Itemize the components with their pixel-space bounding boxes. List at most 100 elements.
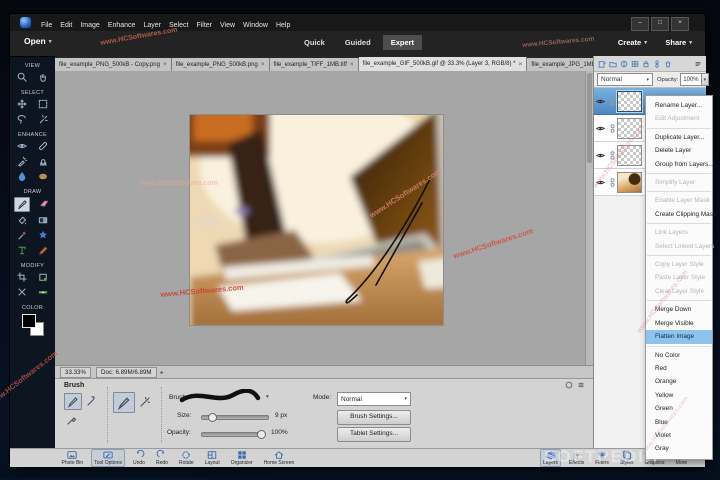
impressionist-brush-button[interactable] [83,393,99,408]
context-menu-item-gray[interactable]: Gray [646,442,712,455]
canvas-area[interactable] [55,71,593,365]
taskbar-effects[interactable]: fx Effects [566,449,587,467]
context-menu-item-flatten-image[interactable]: Flatten Image [646,330,712,344]
recompose-tool[interactable] [36,271,50,284]
context-menu-item-merge-down[interactable]: Merge Down [646,303,712,316]
foreground-color-swatch[interactable] [21,314,36,328]
type-tool[interactable] [15,244,29,257]
taskbar-photo-bin[interactable]: Photo Bin [59,449,87,467]
canvas-vertical-scrollbar[interactable] [585,71,593,365]
hand-tool[interactable] [36,71,50,84]
document-tab[interactable]: file_example_PNG_500kB - Copy.png × [55,58,172,71]
move-tool[interactable] [15,98,29,111]
context-menu-item-no-color[interactable]: No Color [646,349,712,362]
canvas-image[interactable] [180,91,453,335]
context-menu-item-orange[interactable]: Orange [646,375,712,388]
new-group-icon[interactable] [609,60,617,68]
brush-variant-button[interactable] [64,393,82,410]
smart-brush-tool[interactable] [15,155,29,168]
current-brush-button[interactable] [113,392,135,413]
layers-opacity-input[interactable]: 100% ▾ [680,73,710,86]
taskbar-layout[interactable]: Layout [202,449,223,467]
lock-all-icon[interactable] [642,60,650,68]
open-button[interactable]: Open ▾ [24,36,52,46]
zoom-level[interactable]: 33.33% [60,367,91,378]
brush-picker-arrow-icon[interactable]: ▾ [266,394,269,400]
layer-thumbnail[interactable] [617,90,642,112]
close-tab-icon[interactable]: × [261,61,265,68]
visibility-eye-icon[interactable] [596,179,605,186]
eyedropper-tool[interactable] [15,229,29,242]
layers-panel-menu-icon[interactable] [694,55,702,73]
healing-brush-tool[interactable] [36,140,50,153]
taskbar-undo[interactable]: Undo [130,449,148,467]
new-layer-icon[interactable] [598,60,606,68]
close-button[interactable]: × [671,17,689,31]
context-menu-item-red[interactable]: Red [646,362,712,375]
visibility-eye-icon[interactable] [596,98,605,105]
create-button[interactable]: Create ▾ [618,38,647,47]
brush-settings-button[interactable]: Brush Settings... [337,410,411,425]
opacity-slider-thumb[interactable] [257,430,267,439]
straighten-tool[interactable] [36,286,50,299]
taskbar-redo[interactable]: Redo [153,449,171,467]
blur-tool[interactable] [15,170,29,183]
brush-stroke-preview[interactable] [177,388,263,405]
taskbar-layers[interactable]: Layers [540,449,562,467]
layer-thumbnail[interactable] [617,144,642,166]
mode-tab-quick[interactable]: Quick [296,35,333,50]
taskbar-home-screen[interactable]: Home Screen [261,449,298,467]
red-eye-tool[interactable] [15,140,29,153]
delete-layer-icon[interactable] [664,60,672,68]
visibility-eye-icon[interactable] [596,152,605,159]
lock-transparency-icon[interactable] [631,60,639,68]
adjustment-layer-icon[interactable] [620,60,628,68]
zoom-tool[interactable] [15,71,29,84]
sponge-tool[interactable] [36,170,50,183]
content-aware-move-tool[interactable] [15,286,29,299]
layer-thumbnail[interactable] [617,171,642,193]
opacity-slider[interactable] [201,430,267,439]
brush-tool[interactable] [14,197,30,212]
context-menu-item-yellow[interactable]: Yellow [646,389,712,402]
close-tab-icon[interactable]: × [350,61,354,68]
size-slider[interactable] [201,413,269,422]
taskbar-organizer[interactable]: Organizer [228,449,256,467]
status-arrow-icon[interactable]: ▸ [161,369,164,376]
taskbar-rotate[interactable]: Rotate [176,449,197,467]
tablet-settings-button[interactable]: Tablet Settings... [337,427,411,442]
document-tab[interactable]: file_example_PNG_500kB.png × [171,58,270,71]
layer-thumbnail[interactable] [617,117,642,139]
shape-tool[interactable] [36,229,50,242]
eraser-tool[interactable] [37,197,51,210]
context-menu-item-rename-layer[interactable]: Rename Layer... [646,99,712,112]
size-slider-thumb[interactable] [208,413,218,422]
context-menu-item-merge-visible[interactable]: Merge Visible [646,317,712,330]
panel-menu-icon[interactable] [577,381,585,389]
taskbar-styles[interactable]: Styles [617,449,637,467]
crop-tool[interactable] [15,271,29,284]
mode-tab-guided[interactable]: Guided [337,35,379,50]
context-menu-item-duplicate-layer[interactable]: Duplicate Layer... [646,131,712,144]
taskbar-filters[interactable]: Filters [592,449,612,467]
document-tab[interactable]: file_example_TIFF_1MB.tiff × [269,58,359,71]
pencil-tool[interactable] [36,244,50,257]
blend-mode-select[interactable]: Normal ▾ [597,73,653,86]
context-menu-item-group-from-layers[interactable]: Group from Layers... [646,158,714,171]
marquee-tool[interactable] [36,98,50,111]
share-button[interactable]: Share ▾ [665,38,692,47]
gradient-tool[interactable] [36,214,50,227]
airbrush-button[interactable] [137,394,153,409]
lasso-tool[interactable] [15,113,29,126]
mode-select[interactable]: Normal ▾ [337,392,411,406]
mode-tab-expert[interactable]: Expert [382,35,423,50]
visibility-eye-icon[interactable] [596,125,605,132]
clone-stamp-tool[interactable] [36,155,50,168]
help-icon[interactable] [565,381,573,389]
maximize-button[interactable]: □ [651,17,669,31]
color-replacement-button[interactable] [64,412,80,427]
context-menu-item-violet[interactable]: Violet [646,429,712,442]
taskbar-tool-options[interactable]: Tool Options [91,449,125,467]
context-menu-item-delete-layer[interactable]: Delete Layer [646,144,712,157]
minimize-button[interactable]: – [631,17,649,31]
